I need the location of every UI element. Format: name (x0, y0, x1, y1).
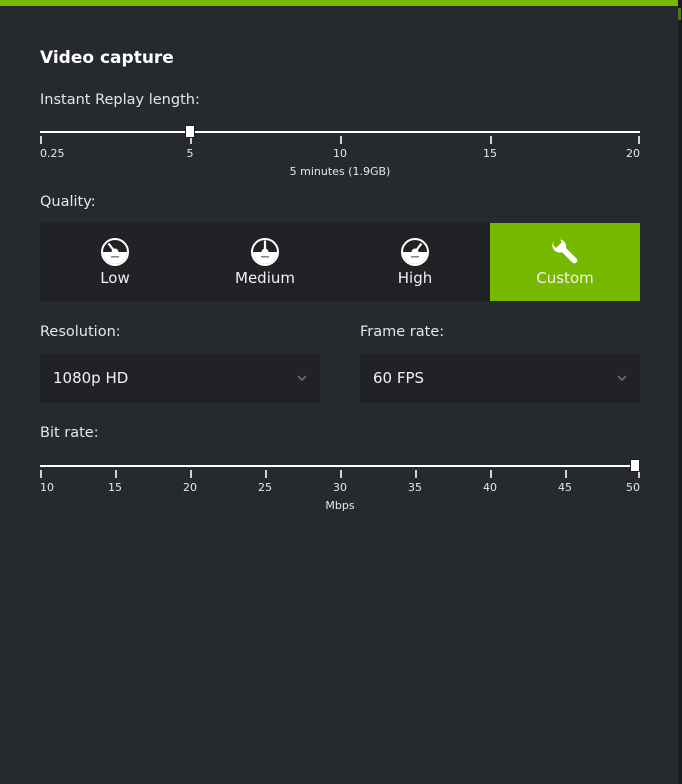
quality-high-label: High (397, 269, 433, 287)
slider-tick-label: 5 (186, 147, 194, 160)
slider-tick-label: 50 (626, 481, 640, 494)
bit-rate-unit: Mbps (325, 499, 355, 512)
speedometer-high-icon (401, 238, 429, 266)
slider-track[interactable] (40, 465, 640, 467)
accent-top-bar (0, 0, 680, 6)
slider-thumb[interactable] (185, 125, 195, 138)
quality-high-button[interactable]: High (340, 223, 490, 301)
slider-tick-label: 30 (333, 481, 347, 494)
slider-tick (265, 470, 267, 478)
slider-tick (565, 470, 567, 478)
slider-tick-label: 10 (333, 147, 347, 160)
bit-rate-slider[interactable]: Mbps 10 15 20 25 30 35 40 45 50 (40, 459, 640, 525)
slider-tick-label: 20 (183, 481, 197, 494)
slider-tick (190, 470, 192, 478)
quality-medium-label: Medium (235, 269, 295, 287)
section-title: Video capture (40, 48, 174, 68)
chevron-down-icon (297, 375, 307, 382)
slider-tick (490, 470, 492, 478)
replay-length-slider[interactable]: 5 minutes (1.9GB) 0.25 5 10 15 20 (40, 125, 640, 191)
quality-low-label: Low (100, 269, 130, 287)
slider-tick-label: 40 (483, 481, 497, 494)
speedometer-low-icon (101, 238, 129, 266)
resolution-label: Resolution: (40, 324, 121, 340)
frame-rate-dropdown[interactable]: 60 FPS (360, 353, 640, 403)
video-capture-panel: Video capture Instant Replay length: 5 m… (0, 0, 680, 784)
replay-length-caption: 5 minutes (1.9GB) (289, 165, 391, 178)
slider-tick (490, 136, 492, 144)
slider-tick-label: 0.25 (40, 147, 65, 160)
slider-thumb[interactable] (630, 459, 640, 472)
resolution-dropdown[interactable]: 1080p HD (40, 353, 320, 403)
quality-low-button[interactable]: Low (40, 223, 190, 301)
slider-tick (40, 136, 42, 144)
window-edge (678, 0, 682, 784)
quality-selector: Low Medium High Custom (40, 223, 640, 301)
slider-tick-label: 10 (40, 481, 54, 494)
replay-length-label: Instant Replay length: (40, 92, 200, 108)
slider-tick (340, 470, 342, 478)
resolution-value: 1080p HD (53, 369, 129, 387)
frame-rate-label: Frame rate: (360, 324, 445, 340)
slider-tick (638, 136, 640, 144)
slider-tick-label: 35 (408, 481, 422, 494)
slider-tick-label: 25 (258, 481, 272, 494)
slider-tick (340, 136, 342, 144)
slider-tick (115, 470, 117, 478)
bit-rate-label: Bit rate: (40, 425, 99, 441)
slider-track[interactable] (40, 131, 640, 133)
slider-tick (40, 470, 42, 478)
slider-tick (415, 470, 417, 478)
quality-custom-label: Custom (536, 269, 594, 287)
slider-tick-label: 15 (108, 481, 122, 494)
slider-tick-label: 45 (558, 481, 572, 494)
slider-tick-label: 20 (626, 147, 640, 160)
frame-rate-value: 60 FPS (373, 369, 425, 387)
slider-tick-label: 15 (483, 147, 497, 160)
quality-custom-button[interactable]: Custom (490, 223, 640, 301)
quality-medium-button[interactable]: Medium (190, 223, 340, 301)
chevron-down-icon (617, 375, 627, 382)
wrench-icon (552, 239, 578, 264)
speedometer-medium-icon (251, 238, 279, 266)
quality-label: Quality: (40, 194, 96, 210)
